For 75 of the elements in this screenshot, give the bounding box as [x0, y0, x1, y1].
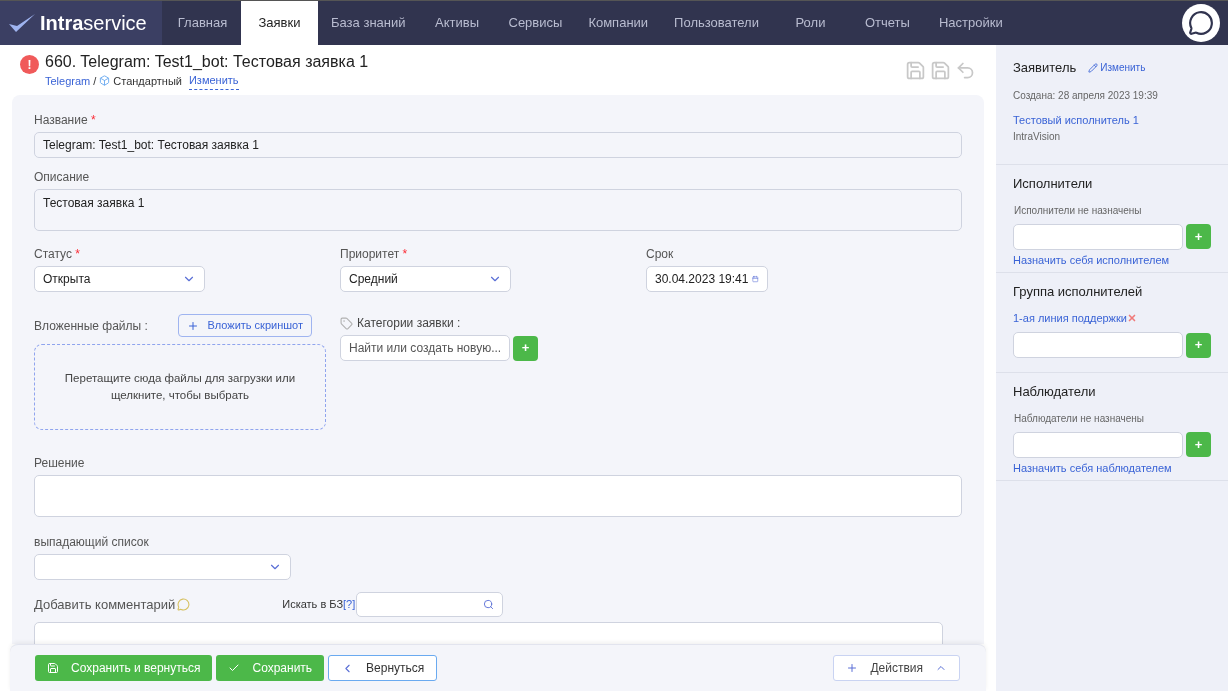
actions-button[interactable]: Действия: [833, 655, 960, 681]
field-label: выпадающий список: [34, 534, 150, 551]
date-field[interactable]: 30.04.2023 19:41: [646, 266, 768, 292]
field-label: Вложенные файлы :: [34, 317, 148, 335]
status-select[interactable]: Открыта: [34, 266, 205, 292]
priority-select[interactable]: Средний: [340, 266, 511, 292]
input-field[interactable]: [1013, 431, 1183, 458]
logo[interactable]: Intraservice: [0, 1, 162, 45]
logo-text: Intraservice: [40, 11, 147, 36]
field-label: Срок: [646, 246, 675, 263]
nav-tab[interactable]: Активы: [418, 1, 496, 45]
plus-icon: [187, 319, 200, 332]
check-icon: [228, 662, 241, 674]
save-icon[interactable]: [930, 60, 951, 81]
alert-icon: !: [20, 55, 39, 74]
category-search-field[interactable]: Найти или создать новую...: [340, 335, 510, 361]
tag-icon: [340, 316, 353, 330]
nav-tab[interactable]: Роли: [771, 1, 849, 45]
service-link[interactable]: Telegram: [45, 72, 91, 89]
applicant-link[interactable]: Тестовый исполнитель 1: [1013, 111, 1211, 128]
empty-note: Наблюдатели не назначены: [1014, 411, 1145, 426]
calendar-icon: [752, 273, 759, 285]
field-label: Искать в БЗ: [282, 597, 344, 613]
nav-tab[interactable]: Компании: [575, 1, 662, 45]
input-field[interactable]: [1013, 223, 1183, 250]
empty-note: Исполнители не назначены: [1014, 203, 1143, 218]
field-label: Приоритет *: [340, 246, 409, 263]
created-date: Создана: 28 апреля 2023 19:39: [1013, 88, 1159, 103]
help-link[interactable]: [?]: [343, 596, 356, 613]
plus-icon: [846, 662, 859, 674]
field-label: Категории заявки :: [357, 315, 461, 332]
textarea-field[interactable]: Тестовая заявка 1: [34, 189, 962, 231]
input-field[interactable]: Telegram: Test1_bot: Тестовая заявка 1: [34, 132, 962, 158]
nav-tab[interactable]: Пользователи: [661, 1, 772, 45]
field-label: Решение: [34, 455, 86, 472]
assign-self-link[interactable]: Назначить себя наблюдателем: [1013, 459, 1211, 476]
ticket-type: Стандартный: [113, 73, 182, 89]
dropdown-select[interactable]: [34, 554, 291, 580]
change-applicant-link[interactable]: Изменить: [1088, 60, 1146, 76]
textarea-field[interactable]: [34, 475, 962, 517]
section-title: Заявитель: [1013, 59, 1077, 77]
comment-add-icon: [177, 598, 191, 611]
field-label: Название *: [34, 112, 97, 129]
field-label: Статус *: [34, 246, 81, 263]
assign-self-link[interactable]: Назначить себя исполнителем: [1013, 251, 1211, 268]
company-name: IntraVision: [1013, 130, 1062, 144]
save-icon[interactable]: [905, 60, 926, 81]
attach-screenshot-button[interactable]: Вложить скриншот: [178, 314, 312, 337]
knowledge-search-field[interactable]: [356, 592, 504, 617]
search-icon: [483, 599, 495, 610]
nav-tab[interactable]: База знаний: [318, 1, 419, 45]
file-drop-zone[interactable]: Перетащите сюда файлы для загрузки или щелкните, чтобы выбрать: [34, 344, 326, 430]
nav-tab[interactable]: Сервисы: [495, 1, 576, 45]
pencil-icon: [1088, 62, 1099, 73]
undo-icon[interactable]: [955, 60, 976, 81]
input-field[interactable]: [1013, 332, 1183, 358]
section-title: Исполнители: [1013, 175, 1094, 193]
nav-tab[interactable]: Настройки: [925, 1, 1016, 45]
remove-icon[interactable]: [1126, 312, 1137, 323]
section-title: Группа исполнителей: [1013, 283, 1144, 301]
group-link[interactable]: 1-ая линия поддержки: [1013, 309, 1127, 326]
nav-tab[interactable]: Главная: [164, 1, 241, 45]
cube-icon: [99, 75, 111, 87]
change-type-link[interactable]: Изменить: [188, 72, 239, 90]
chat-bubble-icon: [1188, 10, 1214, 36]
save-icon: [47, 662, 59, 674]
field-label: Описание: [34, 169, 91, 186]
field-label: Добавить комментарий: [34, 595, 176, 614]
nav-tab[interactable]: Отчеты: [848, 1, 926, 45]
user-avatar[interactable]: [1182, 4, 1220, 42]
nav-tab[interactable]: Заявки: [241, 1, 318, 45]
section-title: Наблюдатели: [1013, 383, 1097, 401]
breadcrumb-separator: /: [93, 73, 97, 89]
ticket-title: 660. Telegram: Test1_bot: Тестовая заявка 1: [45, 52, 369, 72]
return-button[interactable]: Вернуться: [328, 655, 438, 681]
